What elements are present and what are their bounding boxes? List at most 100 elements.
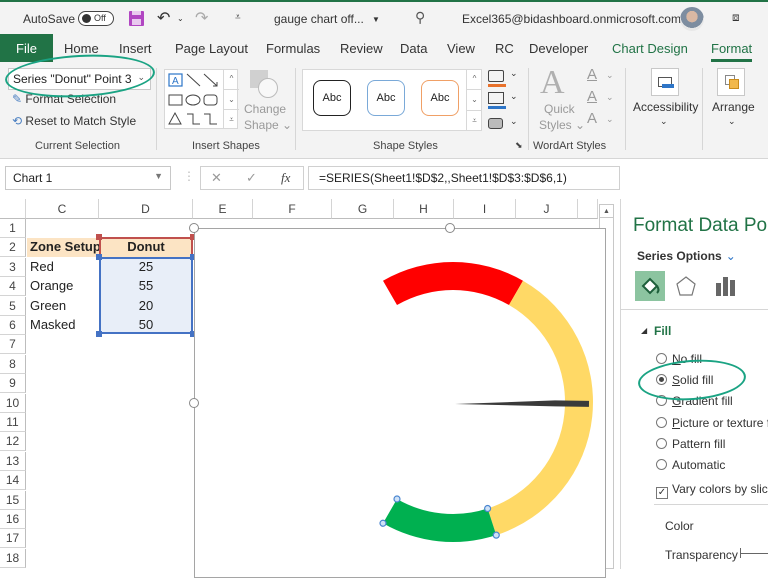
gauge-segment-green[interactable]: [383, 498, 497, 542]
fill-section-heading[interactable]: Fill: [654, 324, 671, 338]
row-header[interactable]: 16: [0, 510, 26, 529]
row-header[interactable]: 3: [0, 257, 26, 277]
change-shape-button[interactable]: Change: [244, 102, 286, 116]
shape-style-preset-1[interactable]: Abc: [313, 80, 351, 116]
ribbon-display-icon[interactable]: ⧈: [732, 10, 740, 25]
row-header[interactable]: 10: [0, 393, 26, 413]
row-header[interactable]: 14: [0, 471, 26, 491]
column-header[interactable]: G: [332, 199, 394, 219]
row-header[interactable]: 15: [0, 490, 26, 510]
cell-zone[interactable]: Orange: [27, 277, 99, 296]
gauge-svg[interactable]: [195, 229, 607, 579]
selection-handle[interactable]: [393, 495, 401, 503]
vary-colors-checkbox[interactable]: ✓ Vary colors by slice: [656, 482, 768, 499]
column-header[interactable]: I: [454, 199, 516, 219]
column-header[interactable]: H: [394, 199, 454, 219]
tab-view[interactable]: View: [447, 41, 475, 56]
tab-data[interactable]: Data: [400, 41, 427, 56]
undo-icon[interactable]: ↶: [157, 8, 170, 28]
gauge-segment-orange[interactable]: [487, 280, 593, 536]
series-options-dropdown[interactable]: Series Options ⌄: [637, 249, 736, 263]
shape-styles-scroll[interactable]: ^ ⌄ ⩡: [466, 69, 482, 131]
fill-option-radio[interactable]: Gradient fill: [656, 394, 733, 408]
row-header[interactable]: 7: [0, 335, 26, 355]
tab-developer[interactable]: Developer: [529, 41, 588, 56]
column-header[interactable]: F: [253, 199, 332, 219]
shapes-scroll[interactable]: ^ ⌄ ⩡: [223, 69, 239, 129]
shape-styles-gallery[interactable]: Abc Abc Abc ^ ⌄ ⩡: [302, 69, 482, 131]
reset-style-button[interactable]: ⟲ Reset to Match Style: [12, 114, 136, 128]
undo-dropdown-icon[interactable]: ⌄: [177, 14, 184, 23]
filename-dropdown-icon[interactable]: ▼: [372, 15, 380, 24]
shape-effects-icon[interactable]: [488, 118, 503, 129]
effects-tab[interactable]: [671, 271, 701, 301]
chart-resize-handle[interactable]: [189, 223, 199, 233]
row-header[interactable]: 5: [0, 296, 26, 316]
fill-option-radio[interactable]: Solid fill: [656, 373, 713, 387]
row-header[interactable]: 6: [0, 316, 26, 335]
scroll-up-icon[interactable]: ▲: [600, 205, 613, 218]
fill-line-tab[interactable]: [635, 271, 665, 301]
fill-option-radio[interactable]: Automatic: [656, 458, 725, 472]
formula-input[interactable]: =SERIES(Sheet1!$D$2,,Sheet1!$D$3:$D$6,1): [308, 166, 620, 190]
search-icon[interactable]: ⚲: [415, 9, 425, 26]
row-header[interactable]: 1: [0, 219, 26, 238]
chart-resize-handle[interactable]: [445, 223, 455, 233]
collapse-triangle-icon[interactable]: ◢: [641, 326, 647, 335]
quick-styles-button-2[interactable]: Styles ⌄: [539, 118, 585, 132]
format-selection-button[interactable]: ✎ Format Selection: [12, 92, 116, 106]
column-header[interactable]: E: [193, 199, 253, 219]
change-shape-button-2[interactable]: Shape ⌄: [244, 118, 292, 132]
row-header[interactable]: 12: [0, 432, 26, 452]
tab-rc[interactable]: RC: [495, 41, 514, 56]
alt-text-icon[interactable]: [651, 68, 679, 96]
row-header[interactable]: 18: [0, 548, 26, 568]
autosave-toggle[interactable]: Off: [78, 11, 114, 26]
cell-zone[interactable]: Red: [27, 258, 99, 277]
tab-home[interactable]: Home: [64, 41, 99, 56]
chart-resize-handle[interactable]: [189, 398, 199, 408]
redo-icon[interactable]: ↷: [195, 8, 208, 28]
row-header[interactable]: 8: [0, 354, 26, 374]
arrange-button[interactable]: Arrange: [712, 100, 755, 114]
arrange-icon[interactable]: [717, 68, 745, 96]
selection-handle[interactable]: [484, 504, 492, 513]
fill-option-radio[interactable]: Pattern fill: [656, 437, 725, 451]
tab-chart-design[interactable]: Chart Design: [612, 41, 688, 56]
fill-option-radio[interactable]: No fill: [656, 352, 702, 366]
cell-zone[interactable]: Masked: [27, 316, 99, 335]
tab-insert[interactable]: Insert: [119, 41, 152, 56]
shape-style-preset-2[interactable]: Abc: [367, 80, 405, 116]
enter-icon[interactable]: ✓: [246, 170, 257, 186]
row-header[interactable]: 11: [0, 413, 26, 432]
row-header[interactable]: 13: [0, 451, 26, 471]
tab-format[interactable]: Format: [711, 41, 753, 62]
customize-qat-icon[interactable]: ⩡: [235, 12, 241, 23]
row-header[interactable]: 9: [0, 374, 26, 394]
tab-review[interactable]: Review: [340, 41, 383, 56]
shapes-gallery[interactable]: A ^ ⌄ ⩡: [164, 69, 239, 129]
file-name[interactable]: gauge chart off...: [274, 12, 364, 26]
column-header[interactable]: C: [26, 199, 99, 219]
tab-page-layout[interactable]: Page Layout: [175, 41, 248, 56]
accessibility-button[interactable]: Accessibility: [633, 100, 698, 114]
row-header[interactable]: 2: [0, 238, 26, 258]
series-options-tab[interactable]: [711, 271, 741, 301]
text-fill-icon[interactable]: A: [587, 66, 597, 83]
selection-handle[interactable]: [379, 519, 387, 527]
insert-function-icon[interactable]: fx: [281, 170, 290, 186]
cell-zone-header[interactable]: Zone Setup: [27, 238, 101, 257]
avatar[interactable]: [680, 7, 704, 31]
row-header[interactable]: 4: [0, 277, 26, 297]
shape-style-preset-3[interactable]: Abc: [421, 80, 459, 116]
tab-file[interactable]: File: [0, 34, 53, 62]
text-effects-icon[interactable]: A: [587, 110, 597, 127]
quick-styles-button[interactable]: Quick: [544, 102, 575, 116]
fill-option-radio[interactable]: Picture or texture fi: [656, 416, 768, 430]
cell-zone[interactable]: Green: [27, 297, 99, 316]
gauge-needle[interactable]: [455, 400, 590, 407]
name-box[interactable]: Chart 1 ▼: [5, 166, 171, 190]
selection-handle[interactable]: [492, 531, 500, 539]
transparency-slider[interactable]: [741, 553, 768, 554]
column-header[interactable]: J: [516, 199, 578, 219]
